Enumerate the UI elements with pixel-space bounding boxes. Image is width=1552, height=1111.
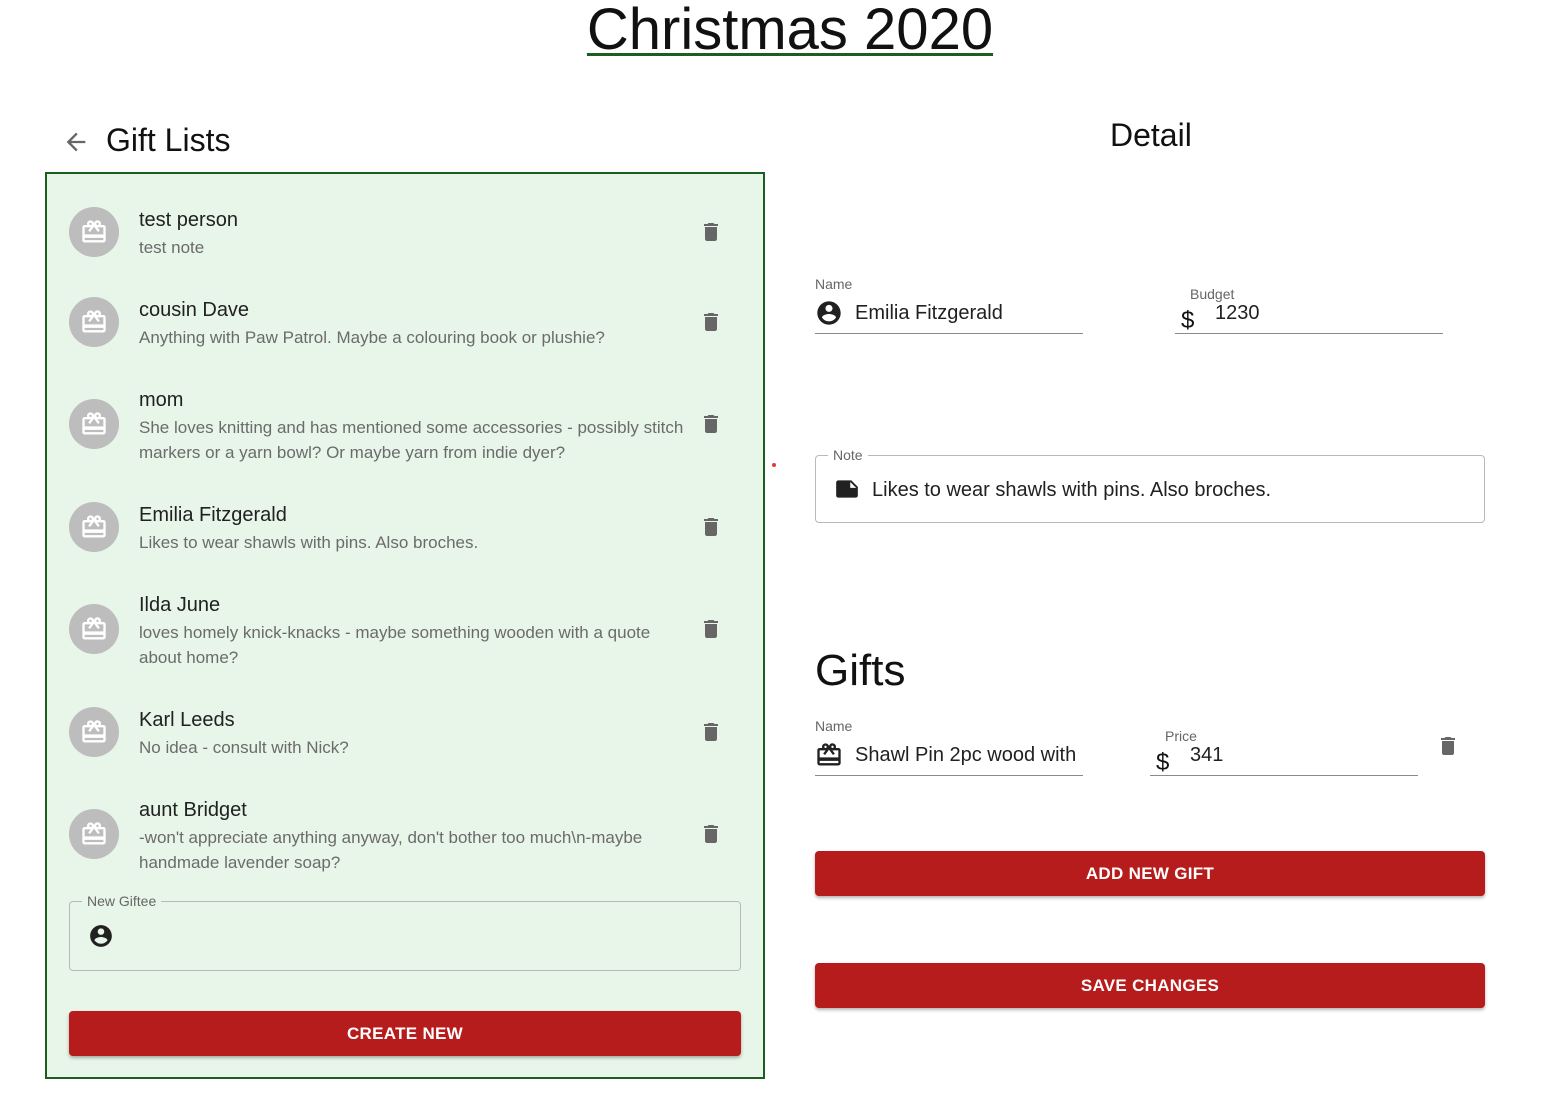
gift-card-icon	[82, 617, 106, 640]
giftee-note: -won't appreciate anything anyway, don't…	[139, 828, 643, 872]
giftee-name: cousin Dave	[139, 299, 250, 321]
avatar	[69, 604, 119, 654]
giftee-name: Ilda June	[139, 594, 221, 616]
trash-icon[interactable]	[1436, 734, 1460, 758]
avatar	[69, 502, 119, 552]
price-field[interactable]: $ 341	[1150, 742, 1418, 776]
add-new-gift-button[interactable]: ADD NEW GIFT	[815, 851, 1485, 896]
giftee-note: No idea - consult with Nick?	[139, 738, 349, 757]
giftee-note: loves homely knick-knacks - maybe someth…	[139, 623, 651, 667]
new-giftee-label: New Giftee	[82, 893, 162, 909]
account-circle-icon	[90, 925, 112, 947]
giftee-note: She loves knitting and has mentioned som…	[139, 418, 684, 462]
budget-field[interactable]: $ 1230	[1175, 300, 1443, 334]
giftee-note: Likes to wear shawls with pins. Also bro…	[139, 533, 479, 552]
budget-input[interactable]: 1230	[1215, 301, 1435, 325]
avatar	[69, 399, 119, 449]
list-item[interactable]: Ilda June loves homely knick-knacks - ma…	[47, 589, 763, 689]
trash-icon[interactable]	[699, 412, 723, 436]
name-field[interactable]: Emilia Fitzgerald	[815, 296, 1083, 334]
trash-icon[interactable]	[699, 720, 723, 744]
trash-icon[interactable]	[699, 515, 723, 539]
gift-card-icon	[82, 822, 106, 845]
note-input[interactable]: Likes to wear shawls with pins. Also bro…	[872, 478, 1472, 502]
gift-name-input[interactable]: Shawl Pin 2pc wood with	[855, 743, 1081, 767]
detail-title: Detail	[1110, 117, 1192, 153]
account-circle-icon	[817, 301, 841, 325]
arrow-left-icon[interactable]	[62, 128, 90, 156]
trash-icon[interactable]	[699, 310, 723, 334]
giftee-name: Emilia Fitzgerald	[139, 504, 287, 526]
avatar	[69, 809, 119, 859]
gift-card-icon	[82, 412, 106, 435]
trash-icon[interactable]	[699, 822, 723, 846]
red-dot	[772, 463, 776, 467]
giftee-name: test person	[139, 209, 238, 231]
trash-icon[interactable]	[699, 617, 723, 641]
create-new-button[interactable]: CREATE NEW	[69, 1011, 741, 1056]
price-input[interactable]: 341	[1190, 743, 1410, 767]
list-item[interactable]: Emilia Fitzgerald Likes to wear shawls w…	[47, 499, 763, 579]
list-item[interactable]: test person test note	[47, 204, 763, 284]
note-label: Note	[828, 447, 868, 463]
note-field[interactable]: Note Likes to wear shawls with pins. Als…	[815, 447, 1485, 523]
gift-name-label: Name	[815, 718, 853, 734]
gift-card-icon	[82, 515, 106, 538]
trash-icon[interactable]	[699, 220, 723, 244]
new-giftee-field[interactable]: New Giftee	[69, 893, 741, 971]
gift-card-icon	[817, 743, 841, 766]
avatar	[69, 707, 119, 757]
gifts-title: Gifts	[815, 646, 906, 695]
giftee-note: Anything with Paw Patrol. Maybe a colour…	[139, 328, 605, 347]
avatar	[69, 207, 119, 257]
page-title: Christmas 2020	[586, 0, 994, 62]
giftee-name: aunt Bridget	[139, 799, 247, 821]
note-icon	[836, 480, 858, 498]
gift-card-icon	[82, 310, 106, 333]
currency-symbol: $	[1156, 749, 1170, 776]
giftee-note: test note	[139, 238, 205, 257]
list-item[interactable]: Karl Leeds No idea - consult with Nick?	[47, 704, 763, 784]
gift-card-icon	[82, 720, 106, 743]
list-item[interactable]: aunt Bridget -won't appreciate anything …	[47, 794, 763, 894]
gift-list-panel: test person test note cousin Dave Anythi…	[45, 172, 765, 1079]
name-input[interactable]: Emilia Fitzgerald	[855, 301, 1080, 325]
gift-lists-title: Gift Lists	[106, 122, 231, 158]
list-item[interactable]: mom She loves knitting and has mentioned…	[47, 384, 763, 484]
save-changes-button[interactable]: SAVE CHANGES	[815, 963, 1485, 1008]
currency-symbol: $	[1181, 307, 1195, 334]
gift-name-field[interactable]: Shawl Pin 2pc wood with	[815, 738, 1083, 776]
avatar	[69, 297, 119, 347]
giftee-name: Karl Leeds	[139, 709, 235, 731]
giftee-name: mom	[139, 389, 184, 411]
list-item[interactable]: cousin Dave Anything with Paw Patrol. Ma…	[47, 294, 763, 374]
gift-card-icon	[82, 220, 106, 243]
name-label: Name	[815, 276, 853, 292]
